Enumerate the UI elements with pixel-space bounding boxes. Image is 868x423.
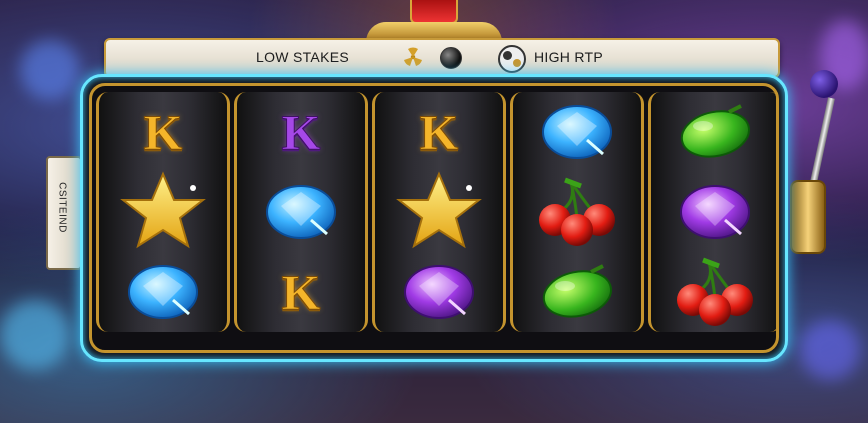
high-rtp-label: HIGH RTP: [534, 49, 604, 65]
cherries-icon: [651, 252, 776, 332]
purple-gem-icon: [651, 172, 776, 252]
coin-orb-icon: [498, 45, 526, 73]
blue-gem-icon: [513, 92, 641, 172]
purple-gem-icon: [375, 252, 503, 332]
dark-orb-icon: [440, 47, 462, 69]
blue-gem-icon: [237, 172, 365, 252]
k-purple-symbol: K: [281, 104, 321, 161]
lever-hub[interactable]: [790, 180, 826, 254]
lime-icon: [651, 92, 776, 172]
reel-window: KKKK: [89, 83, 779, 353]
star-icon: [99, 171, 227, 252]
cherries-icon: [513, 172, 641, 252]
blue-gem-icon: [99, 252, 227, 332]
lever-arm[interactable]: [808, 97, 835, 193]
lever-knob-icon[interactable]: [810, 70, 838, 98]
top-lamp: [410, 0, 458, 24]
k-gold-symbol: K: [419, 104, 459, 161]
radiation-icon: [404, 47, 422, 66]
background-light: [800, 320, 860, 380]
k-gold-symbol: K: [143, 104, 183, 161]
stakes-bar: LOW STAKES HIGH RTP: [104, 38, 780, 78]
reel-1: K: [96, 92, 230, 332]
star-icon: [375, 171, 503, 252]
side-tab-label: CSITEIND: [56, 182, 68, 233]
low-stakes-label: LOW STAKES: [256, 49, 349, 65]
lime-icon: [513, 252, 641, 332]
background-light: [20, 40, 80, 100]
reel-3: K: [372, 92, 506, 332]
k-gold-symbol: K: [281, 264, 321, 321]
side-tab[interactable]: CSITEIND: [46, 156, 82, 270]
reel-2: KK: [234, 92, 368, 332]
background-light: [0, 300, 70, 370]
reel-5: [648, 92, 776, 332]
reel-4: [510, 92, 644, 332]
slot-machine-frame: KKKK: [80, 74, 788, 362]
